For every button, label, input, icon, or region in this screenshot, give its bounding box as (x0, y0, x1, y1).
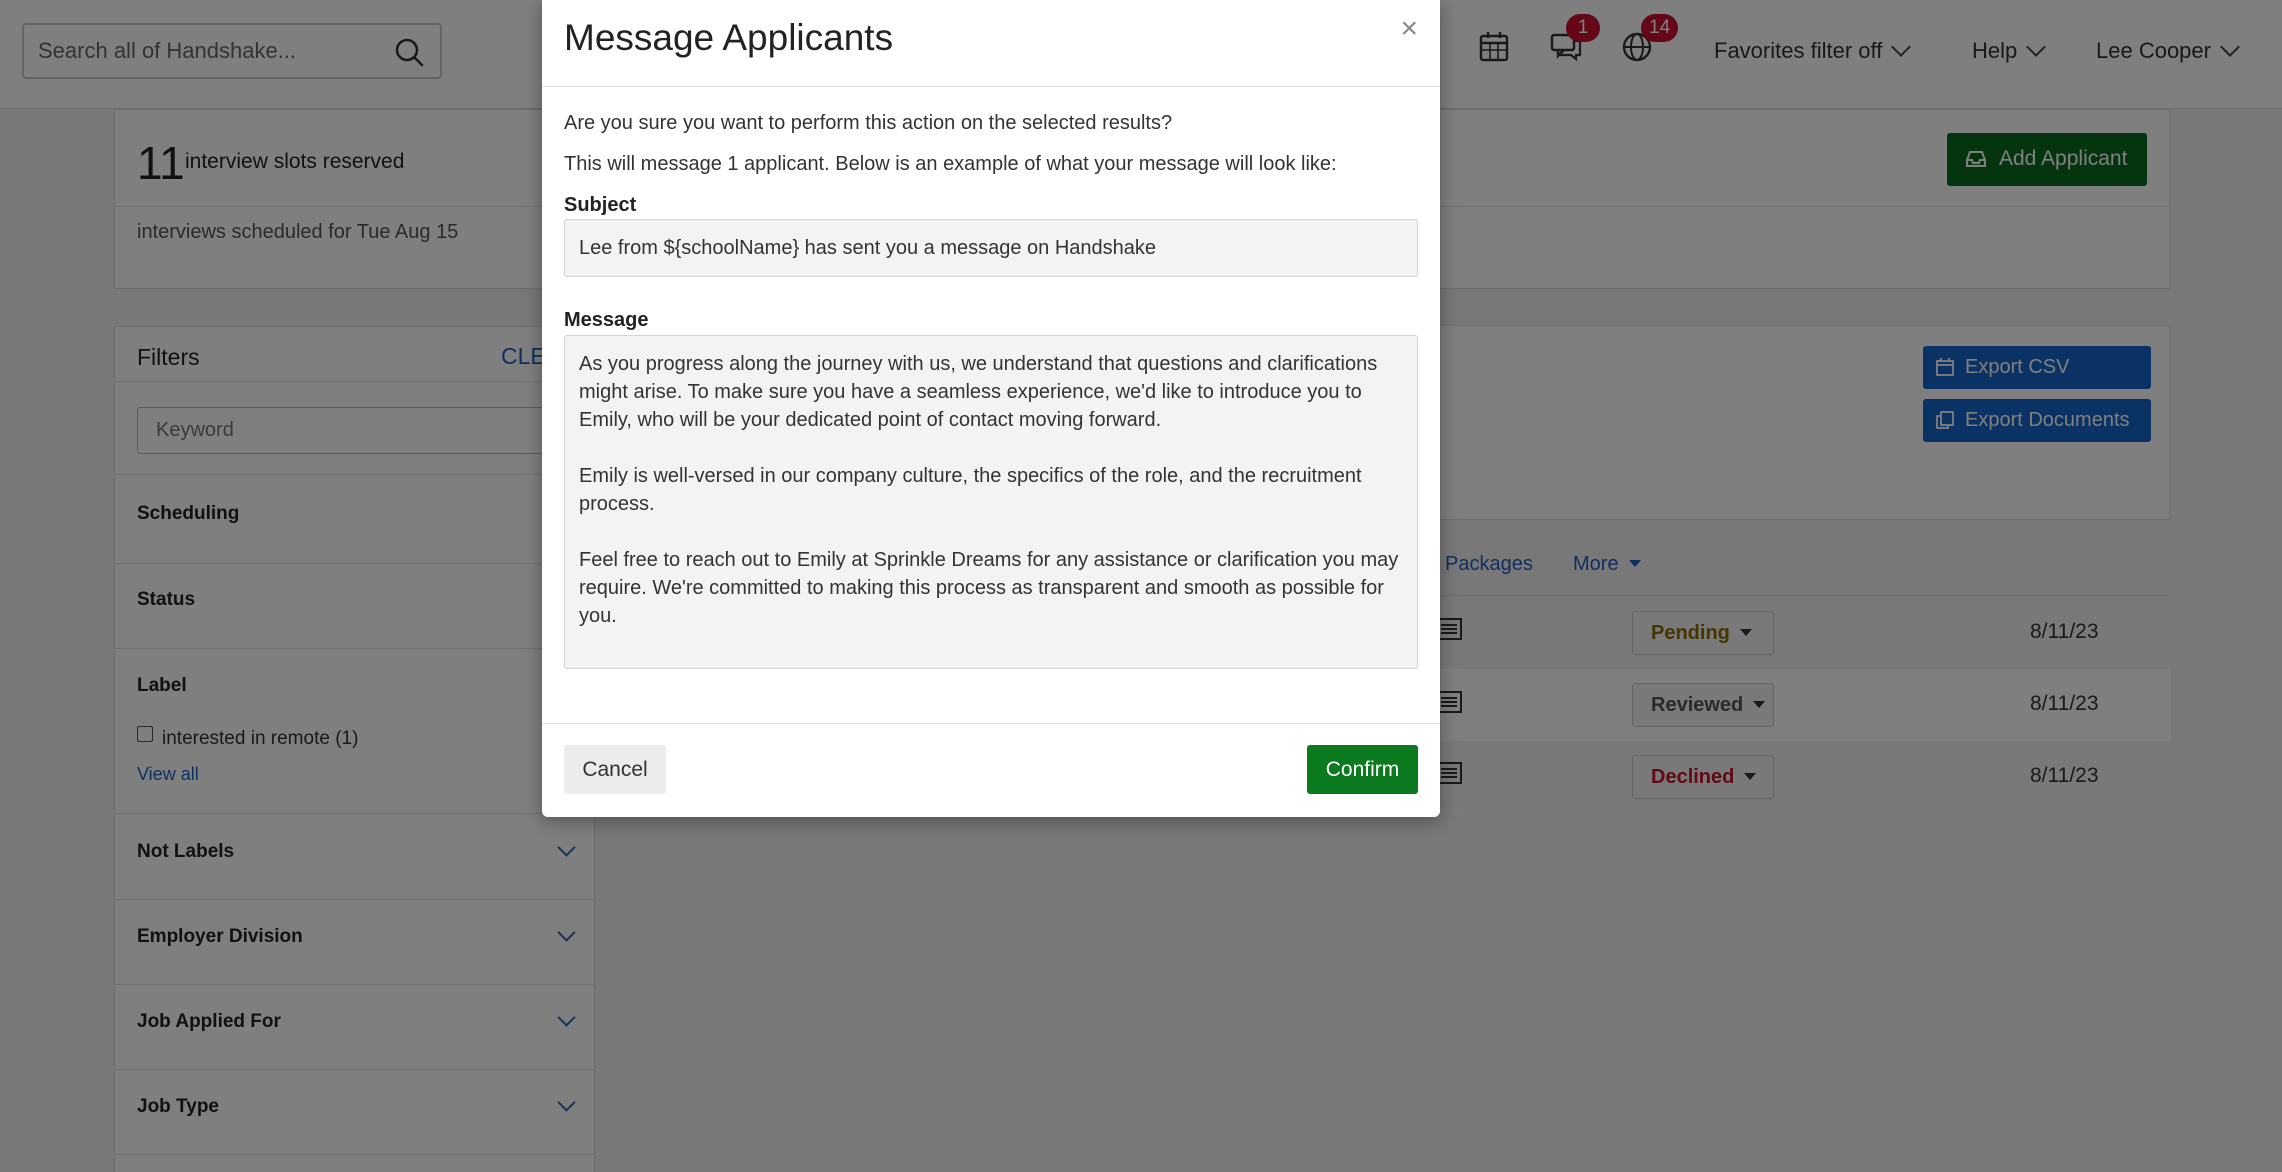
message-label: Message (564, 309, 649, 331)
modal-title: Message Applicants (564, 17, 894, 58)
confirm-button[interactable]: Confirm (1307, 745, 1418, 794)
subject-field: Lee from ${schoolName} has sent you a me… (564, 219, 1418, 277)
subject-value: Lee from ${schoolName} has sent you a me… (579, 237, 1157, 259)
message-paragraph: Feel free to reach out to Emily at Sprin… (579, 549, 1399, 627)
subject-label: Subject (564, 194, 637, 216)
message-info: This will message 1 applicant. Below is … (564, 153, 1337, 175)
message-field: As you progress along the journey with u… (564, 335, 1418, 669)
message-paragraph: Emily is well-versed in our company cult… (579, 465, 1362, 515)
divider (542, 723, 1440, 724)
cancel-button[interactable]: Cancel (564, 745, 666, 794)
message-applicants-modal: Message Applicants × Are you sure you wa… (542, 0, 1440, 817)
confirm-question: Are you sure you want to perform this ac… (564, 112, 1173, 134)
close-icon[interactable]: × (1400, 12, 1418, 46)
message-paragraph: As you progress along the journey with u… (579, 353, 1378, 431)
divider (542, 86, 1440, 87)
